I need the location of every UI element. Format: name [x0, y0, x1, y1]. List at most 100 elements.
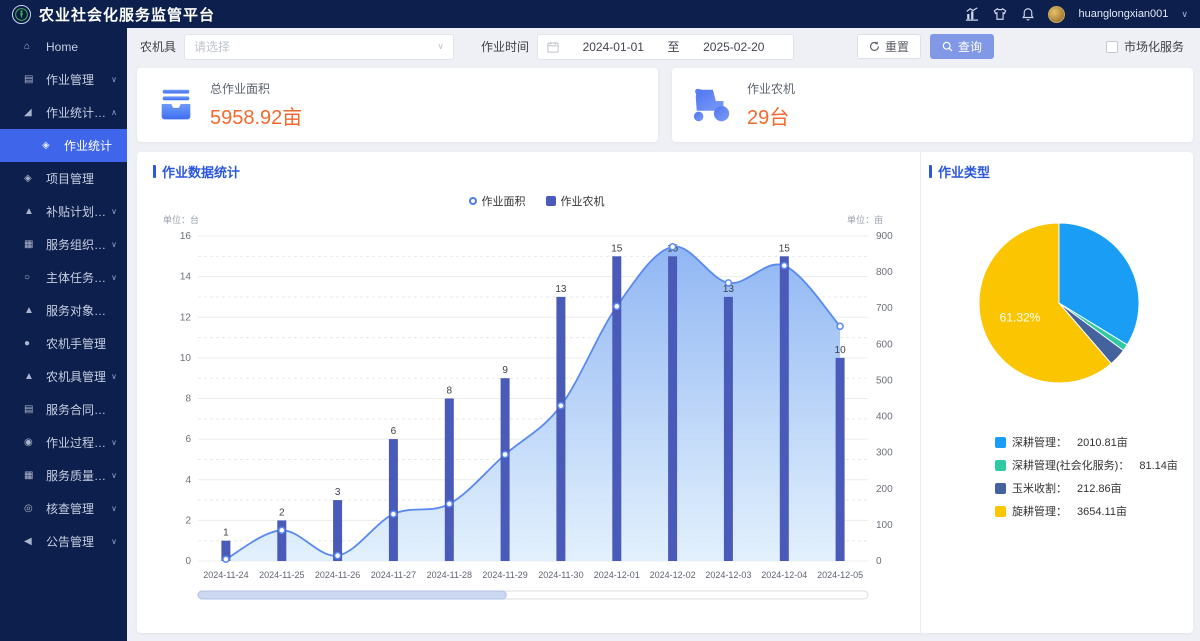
- sidebar-item-notice-mgmt[interactable]: ◀公告管理∨: [0, 525, 127, 558]
- chevron-down-icon: ∨: [437, 41, 444, 52]
- checkbox-icon[interactable]: [1106, 41, 1118, 53]
- machine-select-placeholder: 请选择: [194, 38, 230, 55]
- app-header: 农业社会化服务监管平台 huanglongxian001 ∨: [0, 0, 1200, 28]
- legend-swatch-icon: [995, 506, 1006, 517]
- grid-icon: ▦: [24, 239, 39, 250]
- legend-item[interactable]: 作业农机: [546, 193, 605, 209]
- calendar-icon: [547, 41, 559, 53]
- legend-swatch-icon: [995, 483, 1006, 494]
- statistics-icon[interactable]: [964, 7, 979, 22]
- svg-text:2024-11-27: 2024-11-27: [371, 570, 416, 580]
- pie-chart-title: 作业类型: [938, 162, 990, 181]
- pyramid-icon: ▲: [24, 305, 39, 316]
- reset-button[interactable]: 重置: [857, 34, 921, 59]
- bell-icon[interactable]: [1020, 7, 1035, 22]
- date-range-input[interactable]: 2024-01-01 至 2025-02-20: [537, 34, 794, 60]
- chart-icon: ◢: [24, 107, 39, 118]
- machine-select[interactable]: 请选择 ∨: [184, 34, 454, 60]
- stat-value: 5958.92亩: [210, 101, 302, 130]
- svg-text:15: 15: [611, 243, 623, 254]
- chevron-down-icon: ∨: [107, 240, 117, 249]
- sidebar-item-service-contract-mgmt[interactable]: ▤服务合同管理: [0, 393, 127, 426]
- inbox-icon: [155, 84, 197, 126]
- filter-bar: 农机具 请选择 ∨ 作业时间 2024-01-01 至 2025-02-20 重…: [140, 33, 1184, 60]
- chevron-down-icon: ∨: [107, 471, 117, 480]
- sidebar-item-job-stats-mgmt[interactable]: ◢作业统计管理∧: [0, 96, 127, 129]
- svg-text:6: 6: [185, 434, 191, 445]
- sidebar-item-project-mgmt[interactable]: ◈项目管理: [0, 162, 127, 195]
- user-avatar[interactable]: [1048, 6, 1065, 23]
- stat-card-machines: 作业农机 29台: [672, 68, 1193, 142]
- app-title: 农业社会化服务监管平台: [39, 4, 215, 25]
- sidebar-item-operator-mgmt[interactable]: ●农机手管理: [0, 327, 127, 360]
- svg-text:200: 200: [876, 484, 893, 495]
- svg-text:9: 9: [502, 365, 508, 376]
- person-icon: ●: [24, 338, 39, 349]
- legend-swatch-icon: [995, 437, 1006, 448]
- combo-chart-section: 作业数据统计 作业面积作业农机 单位：台单位：亩0246810121416010…: [137, 152, 920, 633]
- app-logo-icon: [12, 5, 31, 24]
- pyramid-icon: ▲: [24, 206, 39, 217]
- svg-text:2024-11-25: 2024-11-25: [259, 570, 304, 580]
- sidebar-item-subsidy-plan-mgmt[interactable]: ▲补贴计划管理∨: [0, 195, 127, 228]
- pie-legend-item[interactable]: 玉米收割：212.86亩: [995, 480, 1193, 496]
- sidebar-item-machine-mgmt[interactable]: ▲农机具管理∨: [0, 360, 127, 393]
- megaphone-icon: ◀: [24, 536, 39, 547]
- svg-text:100: 100: [876, 520, 893, 531]
- sidebar-item-service-target-mgmt[interactable]: ▲服务对象管理: [0, 294, 127, 327]
- svg-text:14: 14: [180, 272, 192, 283]
- date-start-value[interactable]: 2024-01-01: [563, 40, 664, 54]
- search-button[interactable]: 查询: [930, 34, 994, 59]
- refresh-icon: [869, 41, 880, 52]
- sidebar-item-service-eval-mgmt[interactable]: ▦服务质量评价管理∨: [0, 459, 127, 492]
- doc-icon: ▤: [24, 404, 39, 415]
- sidebar-item-job-stats[interactable]: ◈作业统计: [0, 129, 127, 162]
- svg-text:800: 800: [876, 267, 893, 278]
- date-end-value[interactable]: 2025-02-20: [684, 40, 785, 54]
- sidebar-item-inspection-mgmt[interactable]: ◎核查管理∨: [0, 492, 127, 525]
- pie-legend-item[interactable]: 深耕管理：2010.81亩: [995, 434, 1193, 450]
- username[interactable]: huanglongxian001: [1078, 8, 1168, 20]
- svg-text:15: 15: [779, 243, 791, 254]
- sidebar-item-job-mgmt[interactable]: ▤作业管理∨: [0, 63, 127, 96]
- market-service-label: 市场化服务: [1124, 38, 1184, 55]
- pie-chart-title-row: 作业类型: [929, 162, 1193, 181]
- charts-panel: 作业数据统计 作业面积作业农机 单位：台单位：亩0246810121416010…: [137, 152, 1193, 633]
- pie-legend-item[interactable]: 旋耕管理：3654.11亩: [995, 503, 1193, 519]
- combo-chart-legend: 作业面积 作业农机: [153, 193, 920, 209]
- svg-text:0: 0: [185, 556, 191, 567]
- target-icon: ◉: [24, 437, 39, 448]
- chevron-up-icon: ∧: [107, 108, 117, 117]
- svg-text:8: 8: [447, 386, 453, 397]
- time-filter-label: 作业时间: [481, 38, 529, 55]
- home-icon: ⌂: [24, 41, 39, 52]
- date-separator: 至: [668, 38, 680, 55]
- sidebar-item-home[interactable]: ⌂Home: [0, 30, 127, 63]
- svg-text:6: 6: [391, 426, 397, 437]
- chevron-down-icon[interactable]: ∨: [1181, 9, 1188, 20]
- svg-text:300: 300: [876, 448, 893, 459]
- sidebar-item-service-org-mgmt[interactable]: ▦服务组织管理∨: [0, 228, 127, 261]
- stat-card-total-area: 总作业面积 5958.92亩: [137, 68, 658, 142]
- svg-text:400: 400: [876, 412, 893, 423]
- stat-value: 29台: [747, 101, 795, 130]
- pie-legend-item[interactable]: 深耕管理(社会化服务)：81.14亩: [995, 457, 1193, 473]
- legend-item[interactable]: 作业面积: [469, 193, 526, 209]
- sidebar-item-job-process-mgmt[interactable]: ◉作业过程管理∨: [0, 426, 127, 459]
- sidebar: ⌂Home▤作业管理∨◢作业统计管理∧◈作业统计◈项目管理▲补贴计划管理∨▦服务…: [0, 28, 127, 641]
- stat-cards: 总作业面积 5958.92亩 作业农机 29台: [137, 68, 1193, 142]
- chevron-down-icon: ∨: [107, 438, 117, 447]
- datazoom-selected: [198, 591, 506, 599]
- market-service-checkbox[interactable]: 市场化服务: [1106, 38, 1184, 55]
- svg-text:16: 16: [180, 231, 192, 242]
- svg-text:4: 4: [185, 475, 191, 486]
- svg-text:2: 2: [185, 515, 191, 526]
- pie-chart-legend: 深耕管理：2010.81亩深耕管理(社会化服务)：81.14亩玉米收割：212.…: [995, 434, 1193, 519]
- svg-text:3: 3: [335, 487, 341, 498]
- svg-text:2024-11-29: 2024-11-29: [482, 570, 527, 580]
- svg-text:13: 13: [555, 284, 567, 295]
- grid-icon: ▦: [24, 470, 39, 481]
- sidebar-item-entity-task-mgmt[interactable]: ○主体任务管理∨: [0, 261, 127, 294]
- theme-shirt-icon[interactable]: [992, 7, 1007, 22]
- chevron-down-icon: ∨: [107, 75, 117, 84]
